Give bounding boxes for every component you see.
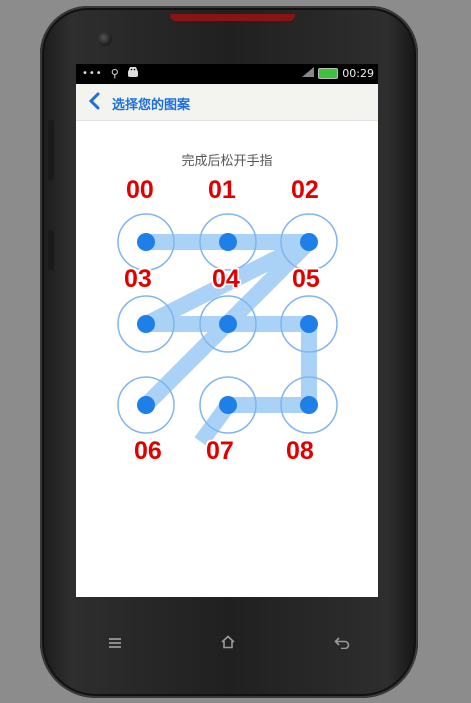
pattern-node-dot-06 — [137, 396, 155, 414]
home-icon[interactable] — [220, 634, 236, 653]
node-label-01: 01 — [208, 176, 236, 204]
node-label-05: 05 — [292, 265, 320, 293]
node-label-02: 02 — [291, 176, 319, 204]
node-label-06: 06 — [134, 437, 162, 465]
pattern-node-dot-03 — [137, 315, 155, 333]
node-label-08: 08 — [286, 437, 314, 465]
nav-bar — [76, 626, 378, 666]
earpiece-speaker — [170, 14, 295, 21]
node-label-07: 07 — [206, 437, 234, 465]
node-label-03: 03 — [124, 265, 152, 293]
volume-button[interactable] — [48, 120, 54, 180]
pattern-node-dot-00 — [137, 233, 155, 251]
pattern-node-dot-08 — [300, 396, 318, 414]
pattern-grid[interactable] — [76, 64, 378, 597]
pattern-node-dot-07 — [219, 396, 237, 414]
front-camera-icon — [98, 32, 112, 46]
back-icon[interactable] — [334, 634, 350, 653]
pattern-node-dot-05 — [300, 315, 318, 333]
side-key[interactable] — [48, 230, 54, 270]
screen: ••• ⚲ 00:29 选择您的图案 完成后松开手指 00 01 02 03 0… — [76, 64, 378, 597]
pattern-node-dot-01 — [219, 233, 237, 251]
pattern-node-dot-04 — [219, 315, 237, 333]
pattern-node-dot-02 — [300, 233, 318, 251]
node-label-04: 04 — [212, 265, 240, 293]
menu-icon[interactable] — [108, 634, 122, 653]
node-label-00: 00 — [126, 176, 154, 204]
